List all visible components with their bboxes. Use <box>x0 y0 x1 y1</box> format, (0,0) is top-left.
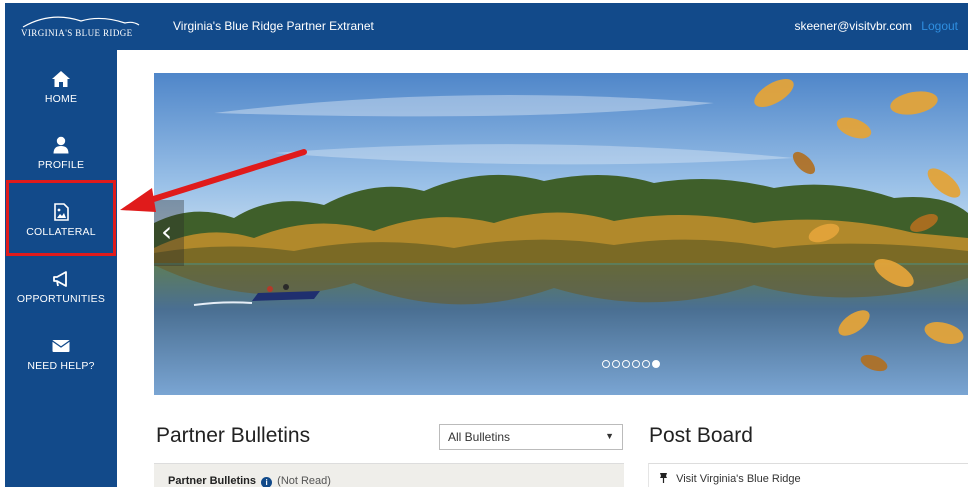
logo-text: VIRGINIA'S BLUE RIDGE <box>21 28 133 38</box>
post-board-item-title: Visit Virginia's Blue Ridge <box>676 473 801 485</box>
carousel-dot[interactable] <box>612 360 620 368</box>
lake-autumn-photo <box>154 73 968 395</box>
megaphone-icon <box>53 271 67 287</box>
hero-carousel[interactable] <box>154 73 968 395</box>
partner-bulletins-title: Partner Bulletins <box>156 424 311 447</box>
carousel-dot[interactable] <box>602 360 610 368</box>
user-email: skeener@visitvbr.com <box>794 19 912 33</box>
carousel-dot[interactable] <box>622 360 630 368</box>
carousel-dot[interactable] <box>642 360 650 368</box>
carousel-dot-active[interactable] <box>652 360 660 368</box>
sidebar-item-need-help[interactable]: NEED HELP? <box>5 329 117 391</box>
pin-icon <box>660 473 667 483</box>
sidebar-item-label: HOME <box>44 93 78 105</box>
bulletin-heading-label: Partner Bulletins <box>168 475 257 487</box>
sidebar-item-label: PROFILE <box>37 159 85 171</box>
carousel-dot[interactable] <box>632 360 640 368</box>
post-board-title: Post Board <box>649 424 753 447</box>
sidebar-nav: HOME PROFILE COLLATERAL OPPORTUNITIES NE… <box>5 50 117 487</box>
collateral-highlight-box <box>6 180 116 256</box>
post-board-panel: Visit Virginia's Blue Ridge <box>648 463 968 487</box>
bulletin-filter-value: All Bulletins <box>448 430 511 444</box>
sidebar-item-label: NEED HELP? <box>27 360 95 372</box>
carousel-prev-button[interactable]: ‹ <box>154 200 184 266</box>
logout-link[interactable]: Logout <box>921 19 958 33</box>
bulletin-status: (Not Read) <box>277 475 331 487</box>
chevron-left-icon: ‹ <box>161 215 173 248</box>
caret-down-icon: ▼ <box>605 431 614 441</box>
top-bar: VIRGINIA'S BLUE RIDGE Virginia's Blue Ri… <box>5 3 968 50</box>
user-icon <box>53 136 69 154</box>
sidebar-item-opportunities[interactable]: OPPORTUNITIES <box>5 262 117 324</box>
bulletin-filter-select[interactable]: All Bulletins ▼ <box>439 424 623 450</box>
bulletin-panel: Partner Bulletins i (Not Read) <box>154 463 624 487</box>
sidebar-item-label: OPPORTUNITIES <box>16 293 106 305</box>
sidebar-item-home[interactable]: HOME <box>5 62 117 124</box>
carousel-indicators <box>602 360 660 370</box>
home-icon <box>52 71 70 87</box>
info-icon[interactable]: i <box>261 477 273 487</box>
envelope-icon <box>52 340 70 352</box>
mountain-logo-icon <box>22 16 140 28</box>
bulletin-panel-heading[interactable]: Partner Bulletins i (Not Read) <box>168 475 331 487</box>
app-title: Virginia's Blue Ridge Partner Extranet <box>173 19 374 33</box>
post-board-item[interactable]: Visit Virginia's Blue Ridge <box>659 472 801 485</box>
brand-logo[interactable]: VIRGINIA'S BLUE RIDGE <box>21 13 141 43</box>
